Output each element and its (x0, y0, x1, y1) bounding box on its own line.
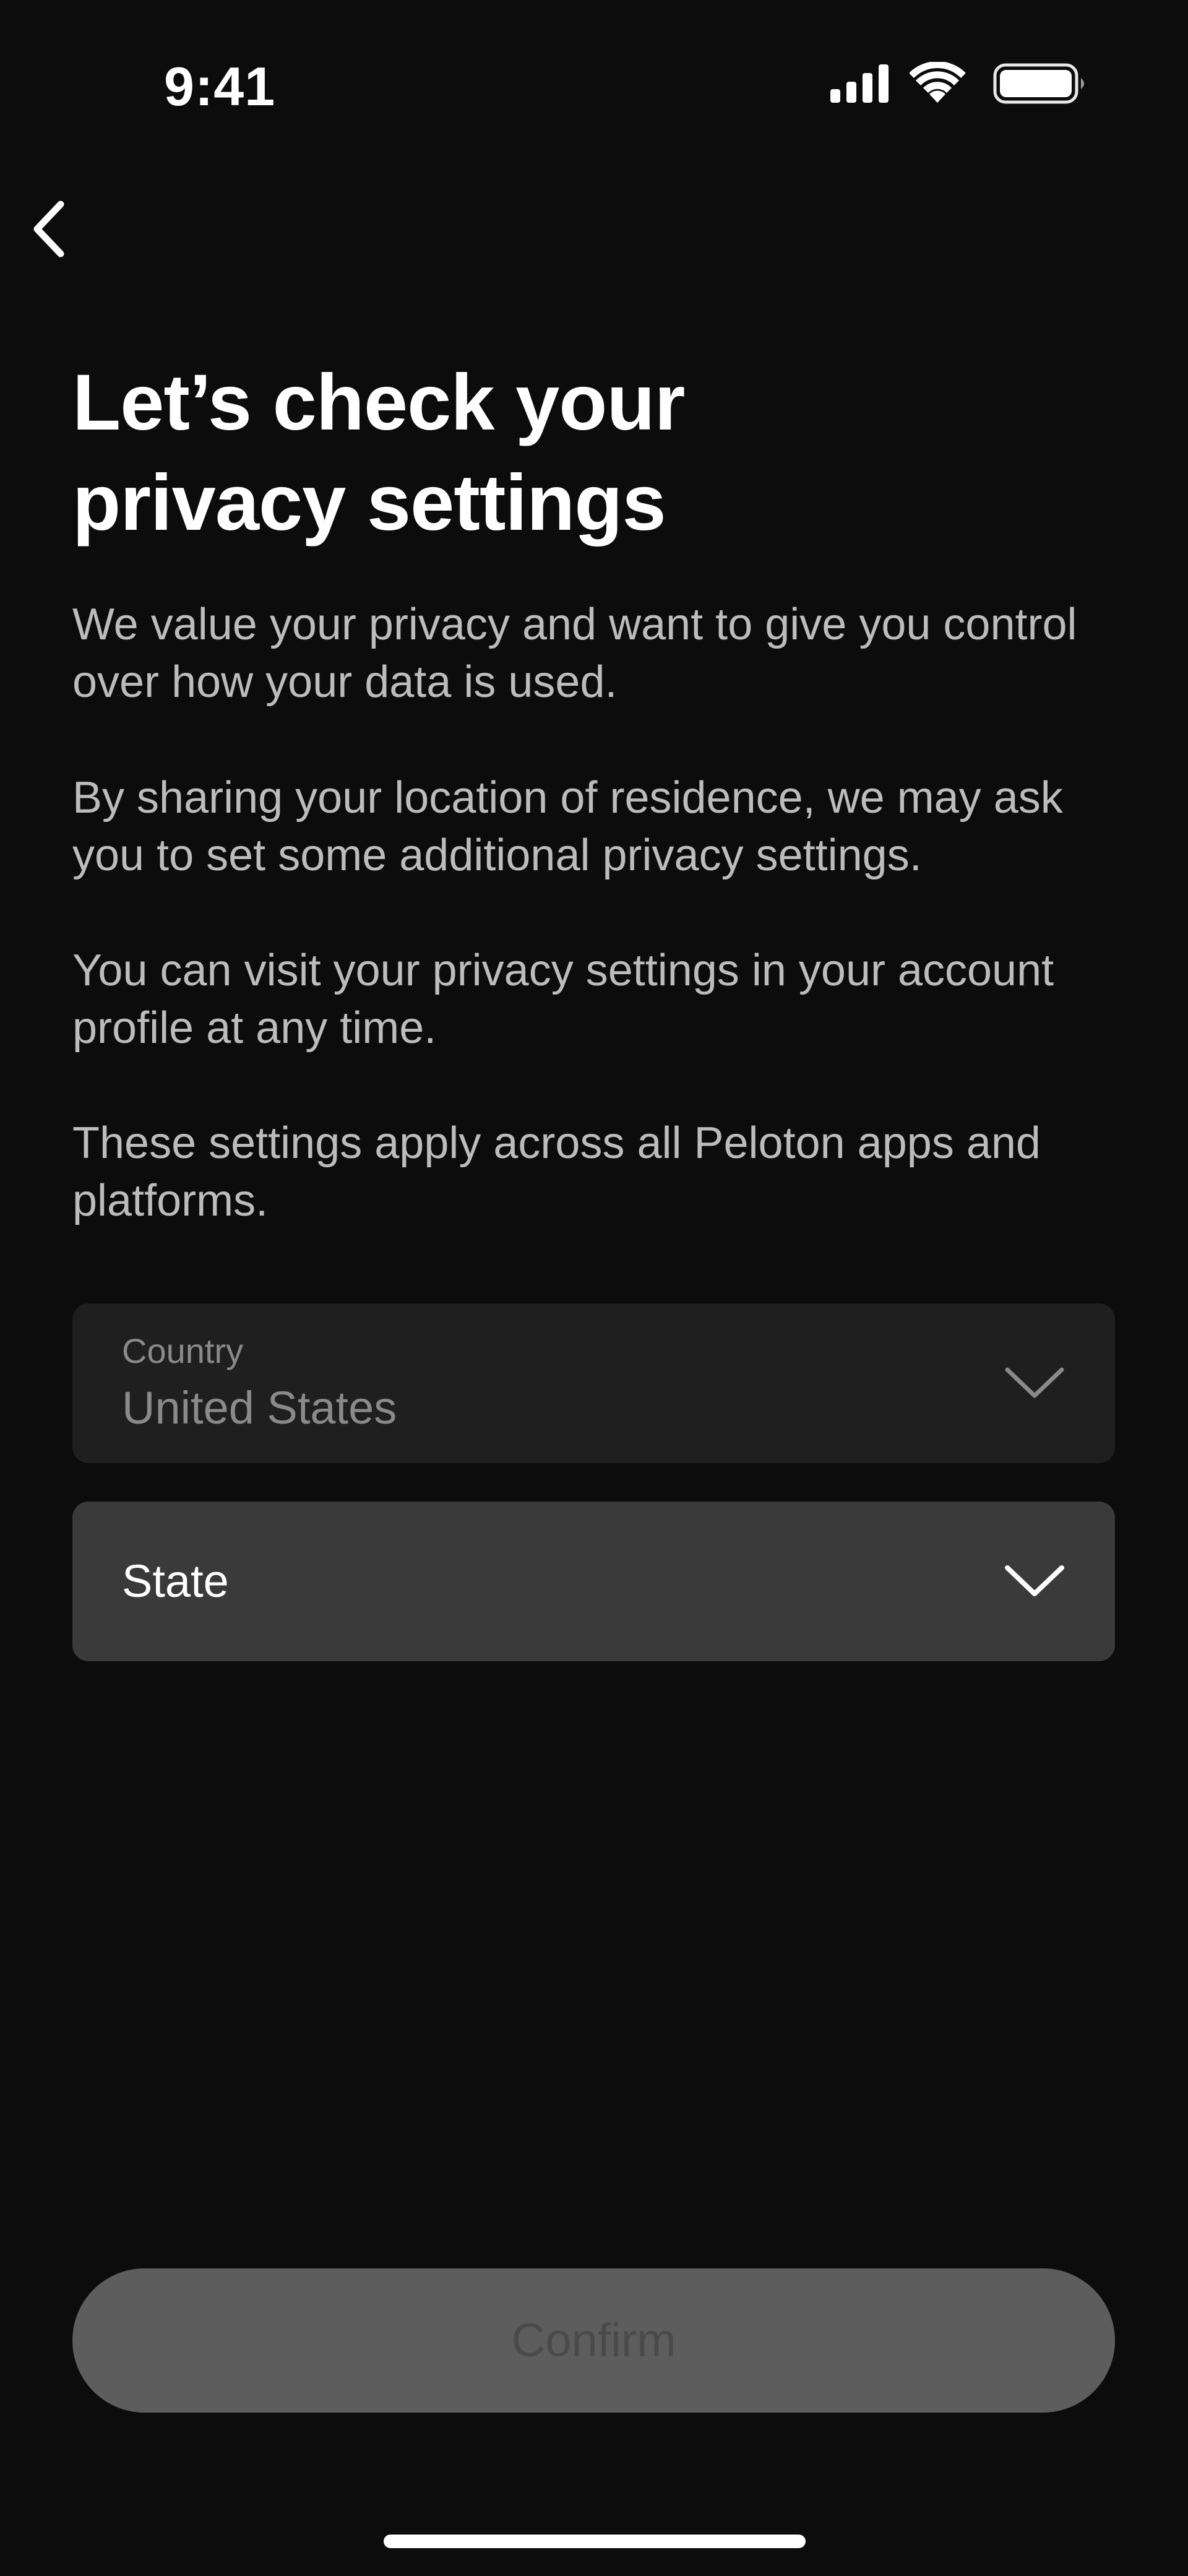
chevron-down-icon (1005, 1565, 1064, 1596)
chevron-down-icon (1005, 1367, 1064, 1398)
page-title: Let’s check your privacy settings (72, 358, 685, 547)
status-icons (829, 62, 1089, 111)
country-dropdown: Country United States (72, 1303, 1115, 1463)
state-dropdown[interactable]: State (72, 1502, 1115, 1661)
country-value: United States (122, 1382, 397, 1433)
confirm-button[interactable]: Confirm (72, 2268, 1115, 2413)
country-label: Country (122, 1331, 244, 1370)
status-bar: 9:41 (0, 0, 1188, 142)
status-time: 9:41 (164, 56, 276, 117)
platform-info-text: These settings apply across all Peloton … (72, 1118, 1041, 1225)
cellular-signal-icon (830, 64, 889, 103)
privacy-intro-text: We value your privacy and want to give y… (72, 600, 1077, 707)
wifi-icon (910, 62, 965, 103)
battery-icon (993, 63, 1084, 104)
back-button[interactable] (19, 189, 93, 269)
chevron-left-icon (33, 201, 64, 257)
state-placeholder: State (122, 1555, 229, 1607)
location-info-text: By sharing your location of residence, w… (72, 773, 1063, 880)
home-indicator[interactable] (384, 2535, 806, 2548)
profile-info-text: You can visit your privacy settings in y… (72, 946, 1054, 1053)
